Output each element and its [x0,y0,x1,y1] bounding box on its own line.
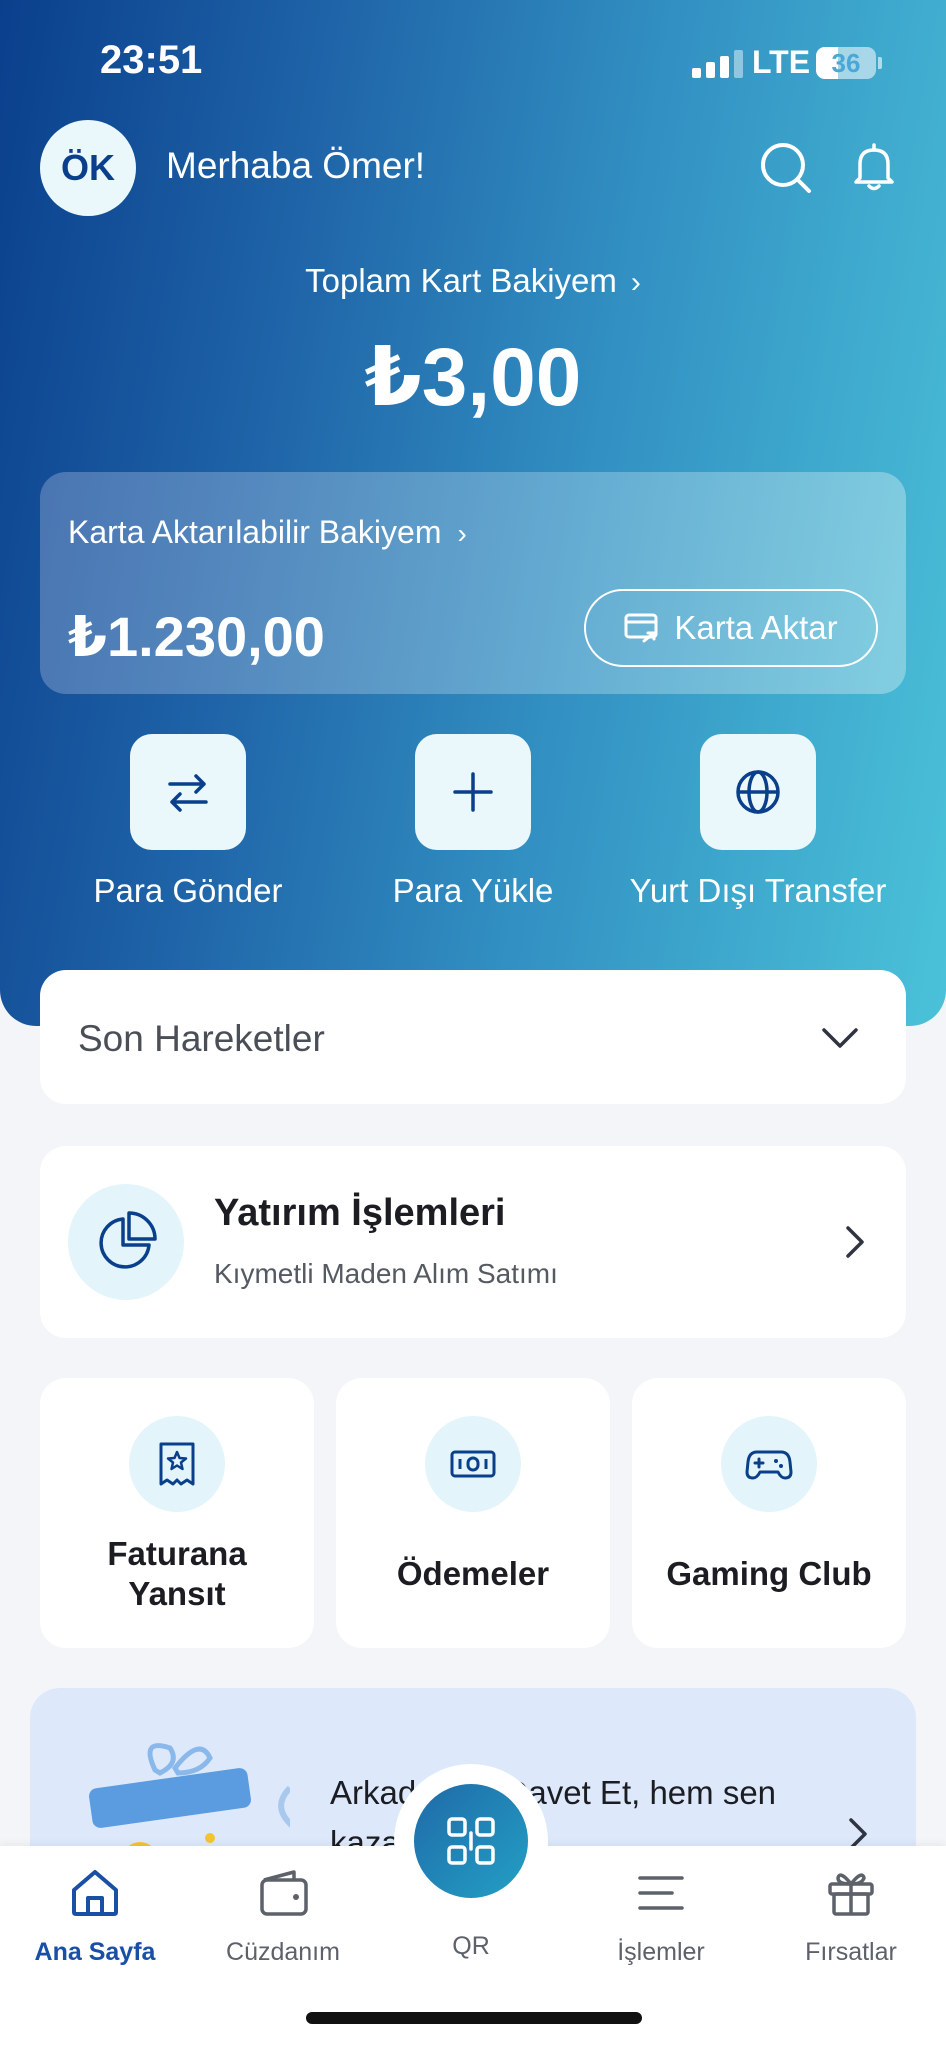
recent-transactions-card[interactable]: Son Hareketler [40,970,906,1104]
home-icon [72,1870,118,1916]
qr-button-inner [414,1784,528,1898]
bill-reflect-label-2: Yansıt [128,1575,226,1612]
nav-wallet-label: Cüzdanım [226,1938,340,1966]
nav-deals[interactable]: Fırsatlar [756,1864,946,1967]
international-transfer-tile [700,734,816,850]
bill-reflect-label-1: Faturana [107,1535,247,1572]
nav-home-label: Ana Sayfa [34,1938,156,1966]
transfer-to-card-label: Karta Aktar [674,609,838,646]
load-money-button[interactable]: Para Yükle [343,734,603,910]
globe-icon [736,770,780,814]
transferable-balance-amount: ₺1.230,00 [68,605,325,668]
battery-tip [878,57,882,69]
receipt-star-icon [159,1442,195,1486]
load-money-label: Para Yükle [392,872,554,909]
wallet-icon [260,1870,308,1916]
nav-wallet[interactable]: Cüzdanım [188,1864,378,1967]
gamepad-icon [745,1450,793,1480]
investment-card[interactable]: Yatırım İşlemleri Kıymetli Maden Alım Sa… [40,1146,906,1338]
avatar[interactable]: ÖK [40,120,136,216]
nav-home[interactable]: Ana Sayfa [0,1864,190,1967]
payments-icon-circle [425,1416,521,1512]
banknote-icon [450,1450,496,1478]
status-time: 23:51 [100,38,203,82]
load-money-tile [415,734,531,850]
gaming-club-icon-circle [721,1416,817,1512]
bell-icon[interactable] [846,138,902,194]
transfer-arrows-icon [168,774,208,812]
transferable-balance-card: Karta Aktarılabilir Bakiyem › ₺1.230,00 K… [40,472,906,694]
transfer-to-card-button[interactable]: Karta Aktar [584,589,878,667]
investment-icon-circle [68,1184,184,1300]
nav-transactions[interactable]: İşlemler [566,1864,756,1967]
send-money-label: Para Gönder [93,872,283,909]
nav-transactions-label: İşlemler [617,1938,705,1966]
greeting-text: Merhaba Ömer! [166,145,426,186]
qr-button[interactable] [394,1764,548,1918]
chevron-right-icon: › [457,518,467,549]
total-balance-label: Toplam Kart Bakiyem [305,262,617,299]
home-indicator [306,2012,642,2024]
investment-subtitle: Kıymetli Maden Alım Satımı [214,1258,558,1289]
qr-code-icon [447,1817,495,1865]
international-transfer-label: Yurt Dışı Transfer [629,872,887,909]
plus-icon [453,772,493,812]
send-money-tile [130,734,246,850]
chevron-right-icon [846,1226,864,1258]
international-transfer-button[interactable]: Yurt Dışı Transfer [628,734,888,910]
transferable-balance-label: Karta Aktarılabilir Bakiyem [68,514,442,550]
signal-icon [692,50,743,78]
transferable-balance-link[interactable]: Karta Aktarılabilir Bakiyem › [68,514,467,551]
gaming-club-card[interactable]: Gaming Club [632,1378,906,1648]
battery-level: 36 [831,48,861,78]
send-money-button[interactable]: Para Gönder [58,734,318,910]
payments-label: Ödemeler [396,1555,550,1592]
total-balance-amount: ₺3,00 [364,332,582,423]
nav-deals-label: Fırsatlar [805,1938,897,1966]
pie-chart-icon [99,1211,157,1269]
recent-transactions-title: Son Hareketler [78,1018,325,1059]
chevron-down-icon[interactable] [820,1020,860,1056]
total-balance-link[interactable]: Toplam Kart Bakiyem › [0,262,946,300]
list-icon [638,1876,684,1910]
payments-card[interactable]: Ödemeler [336,1378,610,1648]
search-icon[interactable] [758,140,814,196]
nav-qr-label: QR [452,1932,490,1960]
chevron-right-icon: › [630,266,641,299]
investment-title: Yatırım İşlemleri [214,1192,506,1234]
bill-reflect-card[interactable]: Faturana Yansıt [40,1378,314,1648]
gift-icon [828,1873,874,1916]
battery-icon: 36 [816,47,876,79]
bill-reflect-icon-circle [129,1416,225,1512]
card-transfer-icon [624,613,658,643]
gaming-club-label: Gaming Club [666,1555,872,1592]
network-type: LTE [752,44,811,80]
